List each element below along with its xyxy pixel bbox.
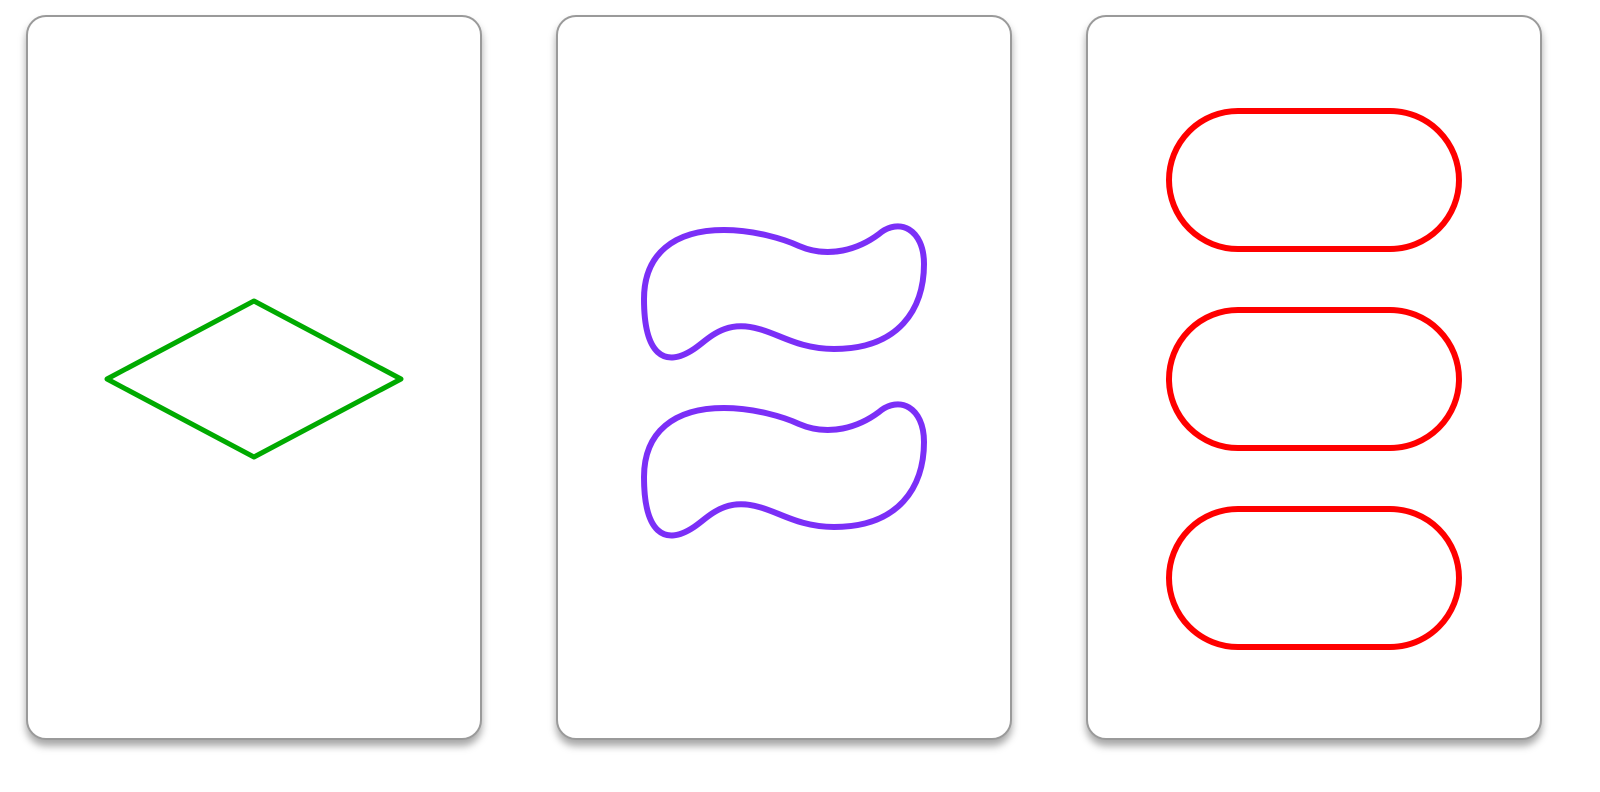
card-table [0, 0, 1600, 792]
card-2-symbols [641, 223, 927, 539]
card-purple-squiggles[interactable] [556, 15, 1012, 740]
oval-symbol [1166, 307, 1462, 451]
card-green-diamond[interactable] [26, 15, 482, 740]
diamond-symbol [104, 298, 404, 460]
oval-symbol [1166, 506, 1462, 650]
card-1-symbols [104, 298, 404, 460]
squiggle-symbol [641, 223, 927, 361]
squiggle-symbol [641, 401, 927, 539]
card-red-ovals[interactable] [1086, 15, 1542, 740]
card-3-symbols [1166, 108, 1462, 650]
oval-symbol [1166, 108, 1462, 252]
